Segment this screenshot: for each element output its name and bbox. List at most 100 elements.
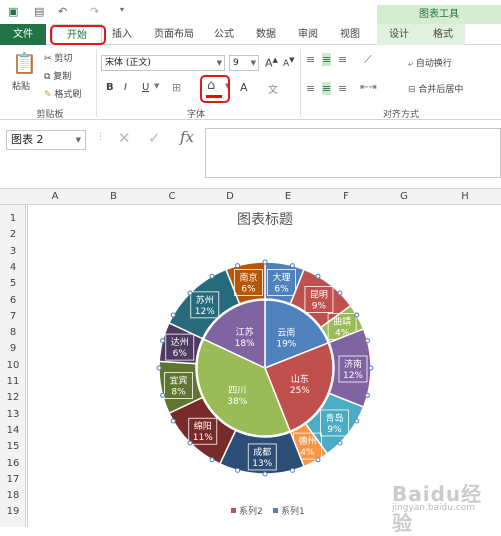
border-icon[interactable]: ⊞	[172, 81, 181, 94]
row-header[interactable]: 18	[0, 490, 26, 501]
row-header[interactable]: 1	[0, 213, 26, 224]
chevron-down-icon[interactable]: ▼	[154, 82, 159, 90]
wrap-text-button[interactable]: ⤶ 自动换行	[408, 56, 452, 69]
selection-handle[interactable]	[289, 263, 295, 269]
orientation-icon[interactable]: ⟋	[364, 53, 372, 67]
selection-handle[interactable]	[364, 392, 370, 398]
tab-data[interactable]: 数据	[248, 24, 284, 45]
selection-handle[interactable]	[368, 365, 374, 371]
row-header[interactable]: 19	[0, 506, 26, 517]
column-header[interactable]: E	[259, 189, 317, 205]
align-center-icon[interactable]: ≡	[322, 82, 332, 95]
column-header[interactable]: F	[317, 189, 375, 205]
series2-value-label: 6%	[173, 349, 188, 359]
bold-button[interactable]: B	[106, 82, 114, 93]
shrink-font-button[interactable]: A▼	[283, 56, 295, 69]
align-right-icon[interactable]: ≡	[338, 82, 347, 95]
row-header[interactable]: 4	[0, 262, 26, 273]
fx-icon[interactable]: fx	[180, 128, 194, 146]
tab-page-layout[interactable]: 页面布局	[146, 24, 202, 45]
row-header[interactable]: 8	[0, 327, 26, 338]
row-header[interactable]: 16	[0, 458, 26, 469]
tab-review[interactable]: 审阅	[290, 24, 326, 45]
column-header[interactable]: D	[201, 189, 259, 205]
align-middle-icon[interactable]: ≡	[322, 53, 332, 66]
selection-handle[interactable]	[156, 365, 162, 371]
row-header[interactable]: 5	[0, 278, 26, 289]
underline-button[interactable]: U	[142, 82, 149, 93]
column-header[interactable]: H	[433, 189, 497, 205]
selection-handle[interactable]	[354, 418, 360, 424]
cut-button[interactable]: ✂ 剪切	[44, 51, 72, 64]
selection-handle[interactable]	[160, 392, 166, 398]
align-top-icon[interactable]: ≡	[306, 53, 315, 66]
selection-handle[interactable]	[315, 457, 321, 463]
selection-handle[interactable]	[187, 440, 193, 446]
copy-button[interactable]: ⧉ 复制	[44, 69, 71, 82]
name-box[interactable]: 图表 2 ▼	[6, 130, 86, 150]
column-header[interactable]: A	[26, 189, 84, 205]
font-size-select[interactable]: 9 ▼	[229, 55, 259, 71]
align-left-icon[interactable]: ≡	[306, 82, 315, 95]
align-bottom-icon[interactable]: ≡	[338, 53, 347, 66]
column-header[interactable]: B	[84, 189, 143, 205]
legend-swatch	[273, 508, 278, 513]
row-header[interactable]: 12	[0, 392, 26, 403]
tab-formulas[interactable]: 公式	[206, 24, 242, 45]
merge-center-button[interactable]: ⊟ 合并后居中	[408, 82, 463, 95]
selection-handle[interactable]	[262, 471, 268, 477]
row-header[interactable]: 17	[0, 474, 26, 485]
selection-handle[interactable]	[235, 467, 241, 473]
formula-input[interactable]	[205, 128, 501, 178]
selection-handle[interactable]	[160, 338, 166, 344]
selection-handle[interactable]	[289, 467, 295, 473]
grow-font-button[interactable]: A▲	[265, 56, 278, 70]
row-header[interactable]: 3	[0, 246, 26, 257]
tab-format[interactable]: 格式	[421, 24, 465, 45]
row-header[interactable]: 11	[0, 376, 26, 387]
tab-insert[interactable]: 插入	[104, 24, 140, 45]
customize-icon[interactable]: ▾	[120, 5, 124, 14]
save-icon[interactable]: ▤	[34, 5, 44, 18]
column-header[interactable]: C	[143, 189, 201, 205]
selection-handle[interactable]	[315, 273, 321, 279]
selection-handle[interactable]	[187, 290, 193, 296]
selection-handle[interactable]	[235, 263, 241, 269]
row-header[interactable]: 15	[0, 441, 26, 452]
paste-button[interactable]: 粘贴	[12, 79, 30, 92]
row-header[interactable]: 7	[0, 311, 26, 322]
selection-handle[interactable]	[337, 440, 343, 446]
selection-handle[interactable]	[354, 312, 360, 318]
tab-design[interactable]: 设计	[377, 24, 421, 45]
legend-entry[interactable]: 系列1	[281, 505, 305, 517]
italic-button[interactable]: I	[124, 82, 127, 93]
format-painter-button[interactable]: ✎ 格式刷	[44, 87, 81, 100]
selection-handle[interactable]	[209, 457, 215, 463]
legend-entry[interactable]: 系列2	[239, 505, 263, 517]
undo-icon[interactable]: ↶	[58, 5, 67, 18]
enter-icon[interactable]: ✓	[148, 129, 161, 147]
row-header[interactable]: 6	[0, 295, 26, 306]
tab-file[interactable]: 文件	[0, 24, 46, 45]
phonetic-icon[interactable]: 文	[268, 81, 278, 96]
row-header[interactable]: 14	[0, 425, 26, 436]
font-name-select[interactable]: 宋体 (正文) ▼	[101, 55, 225, 71]
cancel-icon[interactable]: ✕	[118, 129, 131, 147]
paste-icon[interactable]: 📋	[12, 51, 37, 75]
column-header[interactable]: G	[375, 189, 433, 205]
selection-handle[interactable]	[170, 312, 176, 318]
indent-icon[interactable]: ⇤⇥	[360, 82, 377, 93]
redo-icon[interactable]: ↷	[90, 5, 99, 18]
row-header[interactable]: 13	[0, 409, 26, 420]
selection-handle[interactable]	[364, 338, 370, 344]
font-color-button[interactable]: A	[240, 81, 248, 94]
series2-category-label: 青岛	[326, 412, 344, 424]
selection-handle[interactable]	[262, 259, 268, 265]
row-header[interactable]: 2	[0, 229, 26, 240]
selection-handle[interactable]	[209, 273, 215, 279]
tab-view[interactable]: 视图	[332, 24, 368, 45]
row-header[interactable]: 10	[0, 360, 26, 371]
selection-handle[interactable]	[170, 418, 176, 424]
row-header[interactable]: 9	[0, 343, 26, 354]
selection-handle[interactable]	[337, 290, 343, 296]
